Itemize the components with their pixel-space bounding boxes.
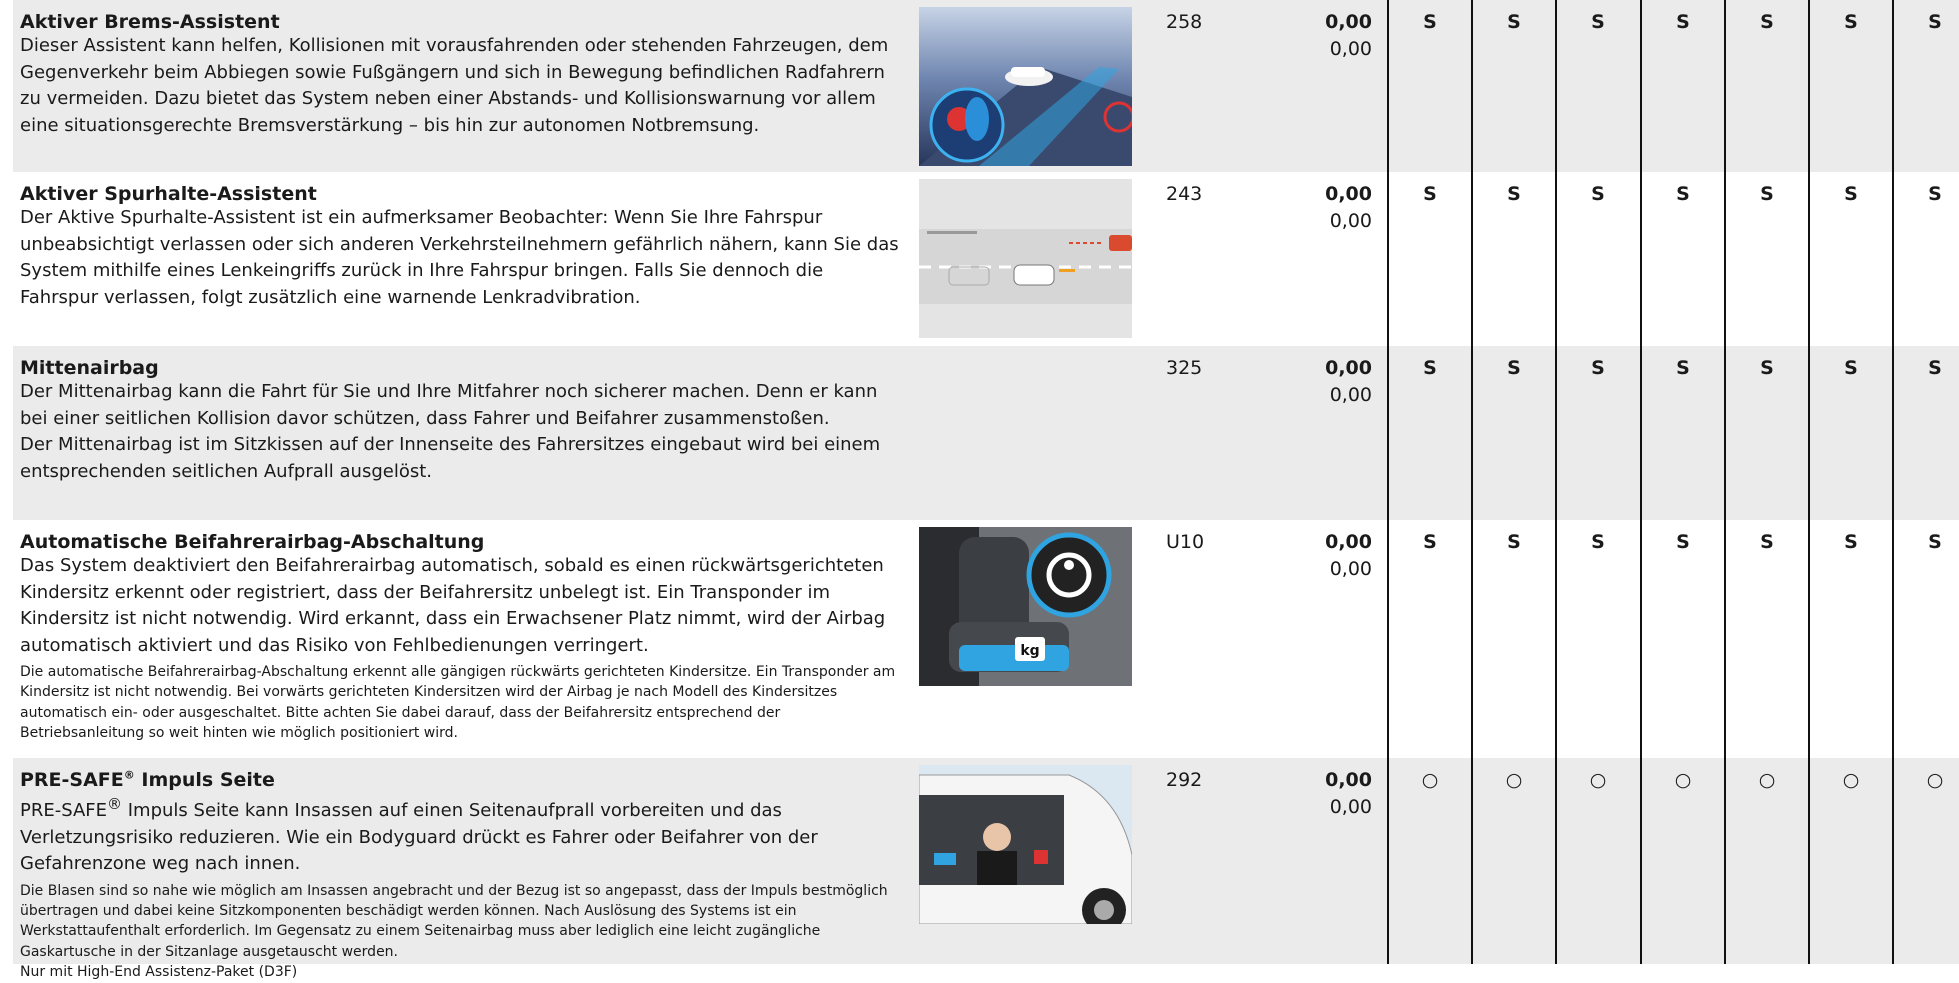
availability-mark: S [1760,531,1774,553]
availability-mark: S [1928,11,1942,33]
availability-mark: S [1507,357,1521,379]
brake-assist-image [919,7,1132,166]
option-row-spurhalte-assistent: Aktiver Spurhalte-Assistent Der Aktive S… [0,172,1959,346]
availability-mark: S [1423,11,1437,33]
availability-mark: S [1676,357,1690,379]
registered-mark: ® [123,768,135,782]
availability-mark: S [1760,11,1774,33]
price-regular: 0,00 [1329,558,1372,580]
availability-mark: S [1844,11,1858,33]
optional-mark: ○ [1674,769,1692,791]
availability-mark: S [1423,357,1437,379]
availability-mark: S [1507,531,1521,553]
option-requirement-note: Nur mit High-End Assistenz-Paket (D3F) [20,964,298,981]
option-code: U10 [1166,531,1205,553]
option-description: Mittenairbag Der Mittenairbag kann die F… [20,357,905,485]
column-divider [1808,0,1810,964]
availability-mark: S [1844,531,1858,553]
body-brand: PRE-SAFE [20,800,108,821]
option-title: PRE-SAFE® Impuls Seite [20,769,905,791]
option-description: Aktiver Brems-Assistent Dieser Assistent… [20,11,905,139]
availability-mark: S [1591,531,1605,553]
option-body: Dieser Assistent kann helfen, Kollisione… [20,35,889,136]
option-code: 292 [1166,769,1203,791]
availability-mark: S [1591,183,1605,205]
availability-mark: S [1676,183,1690,205]
option-body: PRE-SAFE® Impuls Seite kann Insassen auf… [20,791,905,878]
body-text-rest: Impuls Seite kann Insassen auf einen Sei… [20,800,818,874]
option-row-pre-safe-impuls-seite: PRE-SAFE® Impuls Seite PRE-SAFE® Impuls … [0,758,1959,980]
option-title: Aktiver Spurhalte-Assistent [20,183,317,205]
lane-assist-image [919,179,1132,338]
column-divider [1471,0,1473,964]
availability-mark: S [1507,183,1521,205]
option-code: 243 [1166,183,1203,205]
passenger-airbag-image: kg [919,527,1132,686]
price-regular: 0,00 [1329,38,1372,60]
price-regular: 0,00 [1329,210,1372,232]
availability-mark: S [1591,357,1605,379]
option-row-mittenairbag: Mittenairbag Der Mittenairbag kann die F… [0,346,1959,520]
price-bold: 0,00 [1325,11,1372,33]
price-bold: 0,00 [1325,769,1372,791]
option-row-beifahrerairbag-abschaltung: Automatische Beifahrerairbag-Abschaltung… [0,520,1959,758]
option-body: Der Aktive Spurhalte-Assistent ist ein a… [20,207,899,308]
optional-mark: ○ [1842,769,1860,791]
option-note: Die Blasen sind so nahe wie möglich am I… [20,882,888,960]
availability-mark: S [1676,531,1690,553]
availability-mark: S [1676,11,1690,33]
column-divider [1555,0,1557,964]
price-bold: 0,00 [1325,183,1372,205]
availability-mark: S [1928,531,1942,553]
availability-mark: S [1760,357,1774,379]
pre-safe-image [919,765,1132,924]
kg-label: kg [1020,643,1039,659]
column-divider [1387,0,1389,964]
price-bold: 0,00 [1325,357,1372,379]
price-regular: 0,00 [1329,796,1372,818]
option-note: Die automatische Beifahrerairbag-Abschal… [20,664,896,742]
option-row-brems-assistent: Aktiver Brems-Assistent Dieser Assistent… [0,0,1959,172]
price-regular: 0,00 [1329,384,1372,406]
option-body-secondary: Der Mittenairbag ist im Sitzkissen auf d… [20,434,881,482]
column-divider [1724,0,1726,964]
price-bold: 0,00 [1325,531,1372,553]
title-text-rest: Impuls Seite [134,769,275,791]
option-code: 258 [1166,11,1203,33]
option-body: Das System deaktiviert den Beifahrerairb… [20,555,886,656]
column-divider [1640,0,1642,964]
availability-mark: S [1507,11,1521,33]
availability-mark: S [1591,11,1605,33]
option-description: Aktiver Spurhalte-Assistent Der Aktive S… [20,183,905,311]
option-description: Automatische Beifahrerairbag-Abschaltung… [20,531,905,744]
optional-mark: ○ [1505,769,1523,791]
option-body: Der Mittenairbag kann die Fahrt für Sie … [20,381,878,429]
availability-mark: S [1760,183,1774,205]
title-text: PRE-SAFE [20,769,124,791]
availability-mark: S [1844,357,1858,379]
option-title: Mittenairbag [20,357,159,379]
option-title: Aktiver Brems-Assistent [20,11,280,33]
optional-mark: ○ [1926,769,1944,791]
availability-mark: S [1928,183,1942,205]
optional-mark: ○ [1589,769,1607,791]
optional-mark: ○ [1758,769,1776,791]
option-title: Automatische Beifahrerairbag-Abschaltung [20,531,485,553]
availability-mark: S [1423,183,1437,205]
availability-mark: S [1928,357,1942,379]
registered-mark: ® [107,795,123,813]
option-code: 325 [1166,357,1203,379]
option-description: PRE-SAFE® Impuls Seite PRE-SAFE® Impuls … [20,769,905,983]
availability-mark: S [1423,531,1437,553]
availability-mark: S [1844,183,1858,205]
column-divider [1892,0,1894,964]
optional-mark: ○ [1421,769,1439,791]
